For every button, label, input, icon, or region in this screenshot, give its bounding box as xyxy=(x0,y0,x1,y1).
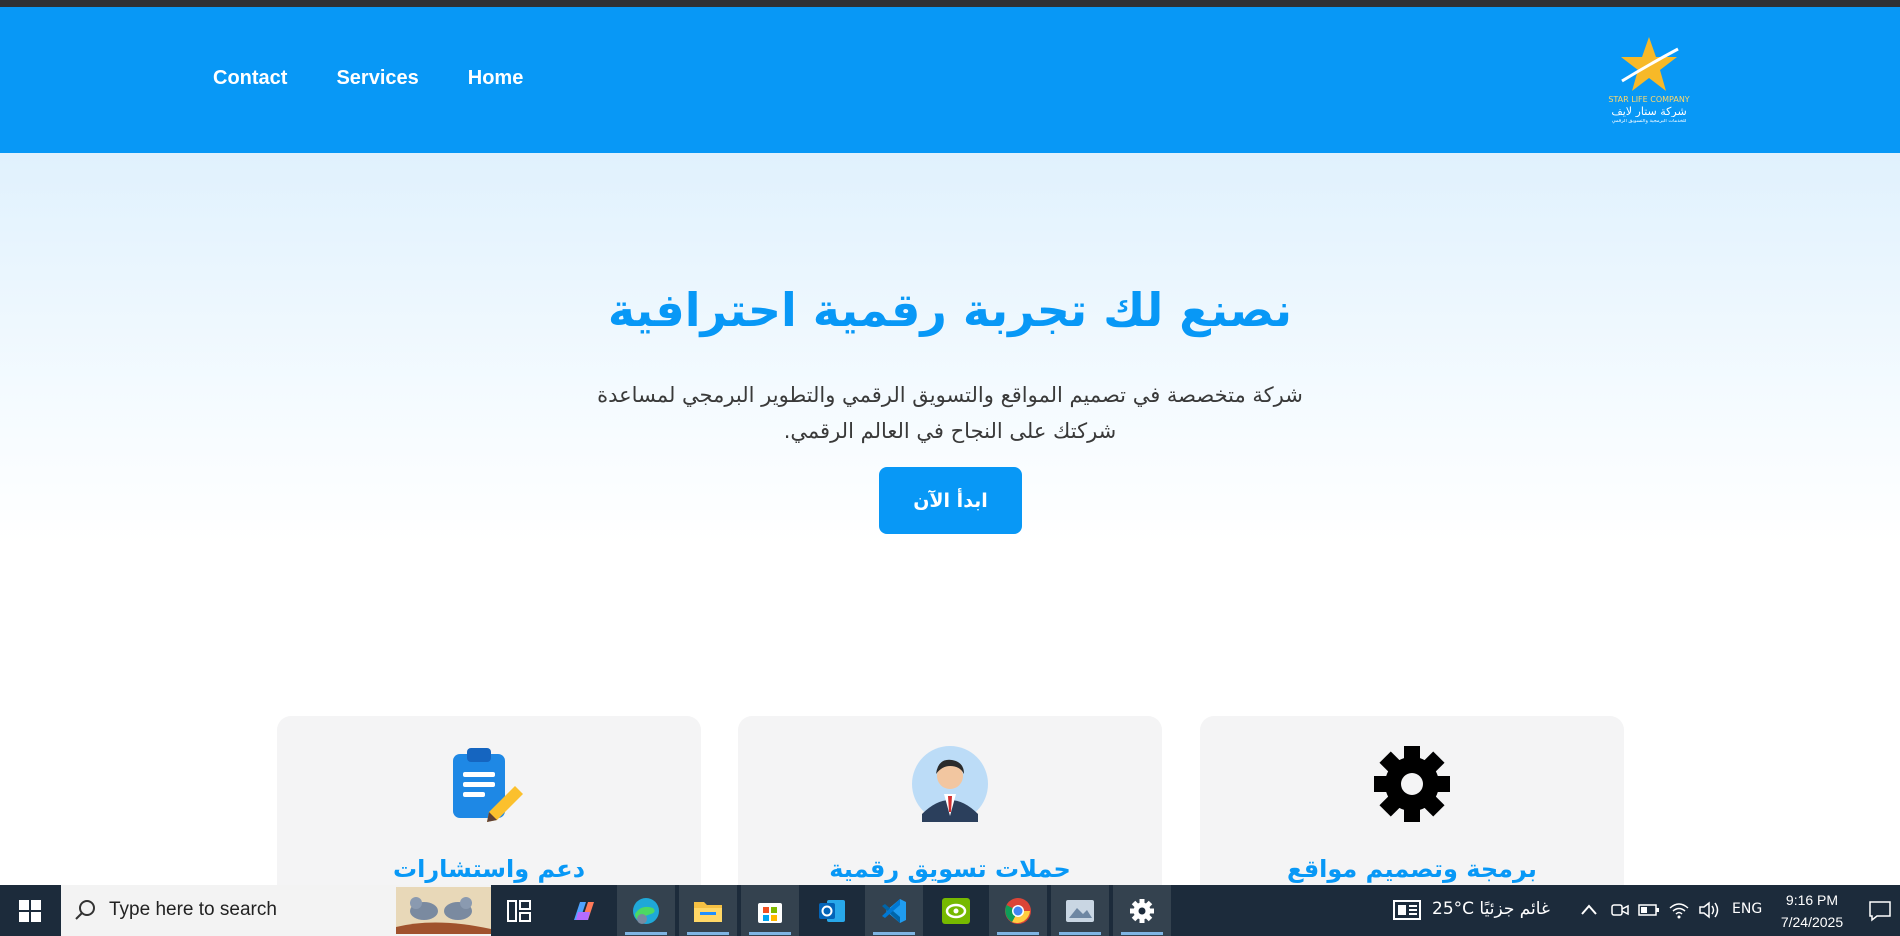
edge-icon xyxy=(633,897,659,924)
task-view-icon xyxy=(507,899,531,922)
wifi-icon[interactable] xyxy=(1668,900,1690,920)
windows-taskbar: Type here to search 25°C غائم جزئيًا ENG… xyxy=(0,885,1900,936)
battery-icon[interactable] xyxy=(1638,902,1660,918)
system-clock[interactable]: 9:16 PM 7/24/2025 xyxy=(1762,889,1862,933)
service-title-web: برمجة وتصميم مواقع xyxy=(1287,855,1537,883)
notifications-icon[interactable] xyxy=(1869,900,1891,922)
logo-tagline: للخدمات البرمجية والتسويق الرقمي xyxy=(1611,119,1687,124)
birds-highlight-icon xyxy=(396,887,491,934)
gear-icon xyxy=(1374,746,1450,822)
clock-time: 9:16 PM xyxy=(1785,892,1839,908)
site-navbar: Contact Services Home STAR LIFE COMPANY … xyxy=(0,7,1900,153)
taskbar-image-viewer[interactable] xyxy=(1051,885,1109,936)
taskbar-nvidia[interactable] xyxy=(927,885,985,936)
vscode-running-indicator xyxy=(873,932,915,935)
clock-date: 7/24/2025 xyxy=(1780,914,1844,930)
search-placeholder: Type here to search xyxy=(109,899,277,920)
store-icon xyxy=(758,902,782,923)
copilot-icon xyxy=(574,901,594,920)
logo-text-ar: شركة ستار لايف xyxy=(1611,106,1687,117)
taskbar-search-box[interactable]: Type here to search xyxy=(61,885,491,936)
settings-gear-icon xyxy=(1130,898,1154,923)
settings-running-indicator xyxy=(1121,932,1163,935)
taskbar-file-explorer[interactable] xyxy=(679,885,737,936)
service-title-marketing: حملات تسويق رقمية xyxy=(829,855,1071,883)
service-title-support: دعم واستشارات xyxy=(392,855,586,883)
taskbar-chrome[interactable] xyxy=(989,885,1047,936)
hero-desc-line1: شركة متخصصة في تصميم المواقع والتسويق ال… xyxy=(597,383,1303,407)
task-view-button[interactable] xyxy=(490,885,548,936)
taskbar-outlook[interactable] xyxy=(803,885,861,936)
outlook-icon xyxy=(819,899,845,922)
start-now-button[interactable]: ابدأ الآن xyxy=(879,467,1022,534)
hero-description: شركة متخصصة في تصميم المواقع والتسويق ال… xyxy=(570,377,1330,449)
folder-icon xyxy=(694,901,722,922)
logo-text-en: STAR LIFE COMPANY xyxy=(1608,96,1690,104)
businessman-avatar-icon xyxy=(912,746,988,822)
meet-now-icon[interactable] xyxy=(1610,900,1630,920)
store-running-indicator xyxy=(749,932,791,935)
taskbar-settings[interactable] xyxy=(1113,885,1171,936)
explorer-running-indicator xyxy=(687,932,729,935)
nav-link-home[interactable]: Home xyxy=(468,67,524,90)
taskbar-vscode[interactable] xyxy=(865,885,923,936)
nav-link-contact[interactable]: Contact xyxy=(213,67,287,90)
windows-logo-icon xyxy=(19,899,41,922)
nav-link-services[interactable]: Services xyxy=(336,67,418,90)
hero-title: نصنع لك تجربة رقمية احترافية xyxy=(607,283,1293,337)
clipboard-edit-icon xyxy=(453,748,523,822)
taskbar-edge[interactable] xyxy=(617,885,675,936)
news-widget-icon[interactable] xyxy=(1393,900,1421,920)
image-viewer-running-indicator xyxy=(1059,932,1101,935)
nvidia-icon xyxy=(942,897,970,924)
chrome-running-indicator xyxy=(997,932,1039,935)
company-logo[interactable]: STAR LIFE COMPANY شركة ستار لايف للخدمات… xyxy=(1604,35,1694,127)
chevron-up-icon[interactable] xyxy=(1580,903,1598,917)
taskbar-store[interactable] xyxy=(741,885,799,936)
browser-top-strip xyxy=(0,0,1900,7)
volume-icon[interactable] xyxy=(1698,900,1720,920)
chrome-icon xyxy=(1005,897,1031,924)
hero-section: نصنع لك تجربة رقمية احترافية شركة متخصصة… xyxy=(0,153,1900,713)
image-viewer-icon xyxy=(1066,899,1094,922)
hero-desc-line2: شركتك على النجاح في العالم الرقمي. xyxy=(783,419,1117,443)
input-language[interactable]: ENG xyxy=(1732,901,1762,917)
edge-running-indicator xyxy=(625,932,667,935)
weather-widget[interactable]: 25°C غائم جزئيًا xyxy=(1432,899,1550,919)
taskbar-copilot[interactable] xyxy=(555,885,613,936)
start-button[interactable] xyxy=(0,885,60,936)
vscode-icon xyxy=(882,898,906,923)
search-icon xyxy=(75,900,95,920)
nav-links: Contact Services Home xyxy=(213,67,523,90)
star-logo-icon xyxy=(1621,37,1679,91)
